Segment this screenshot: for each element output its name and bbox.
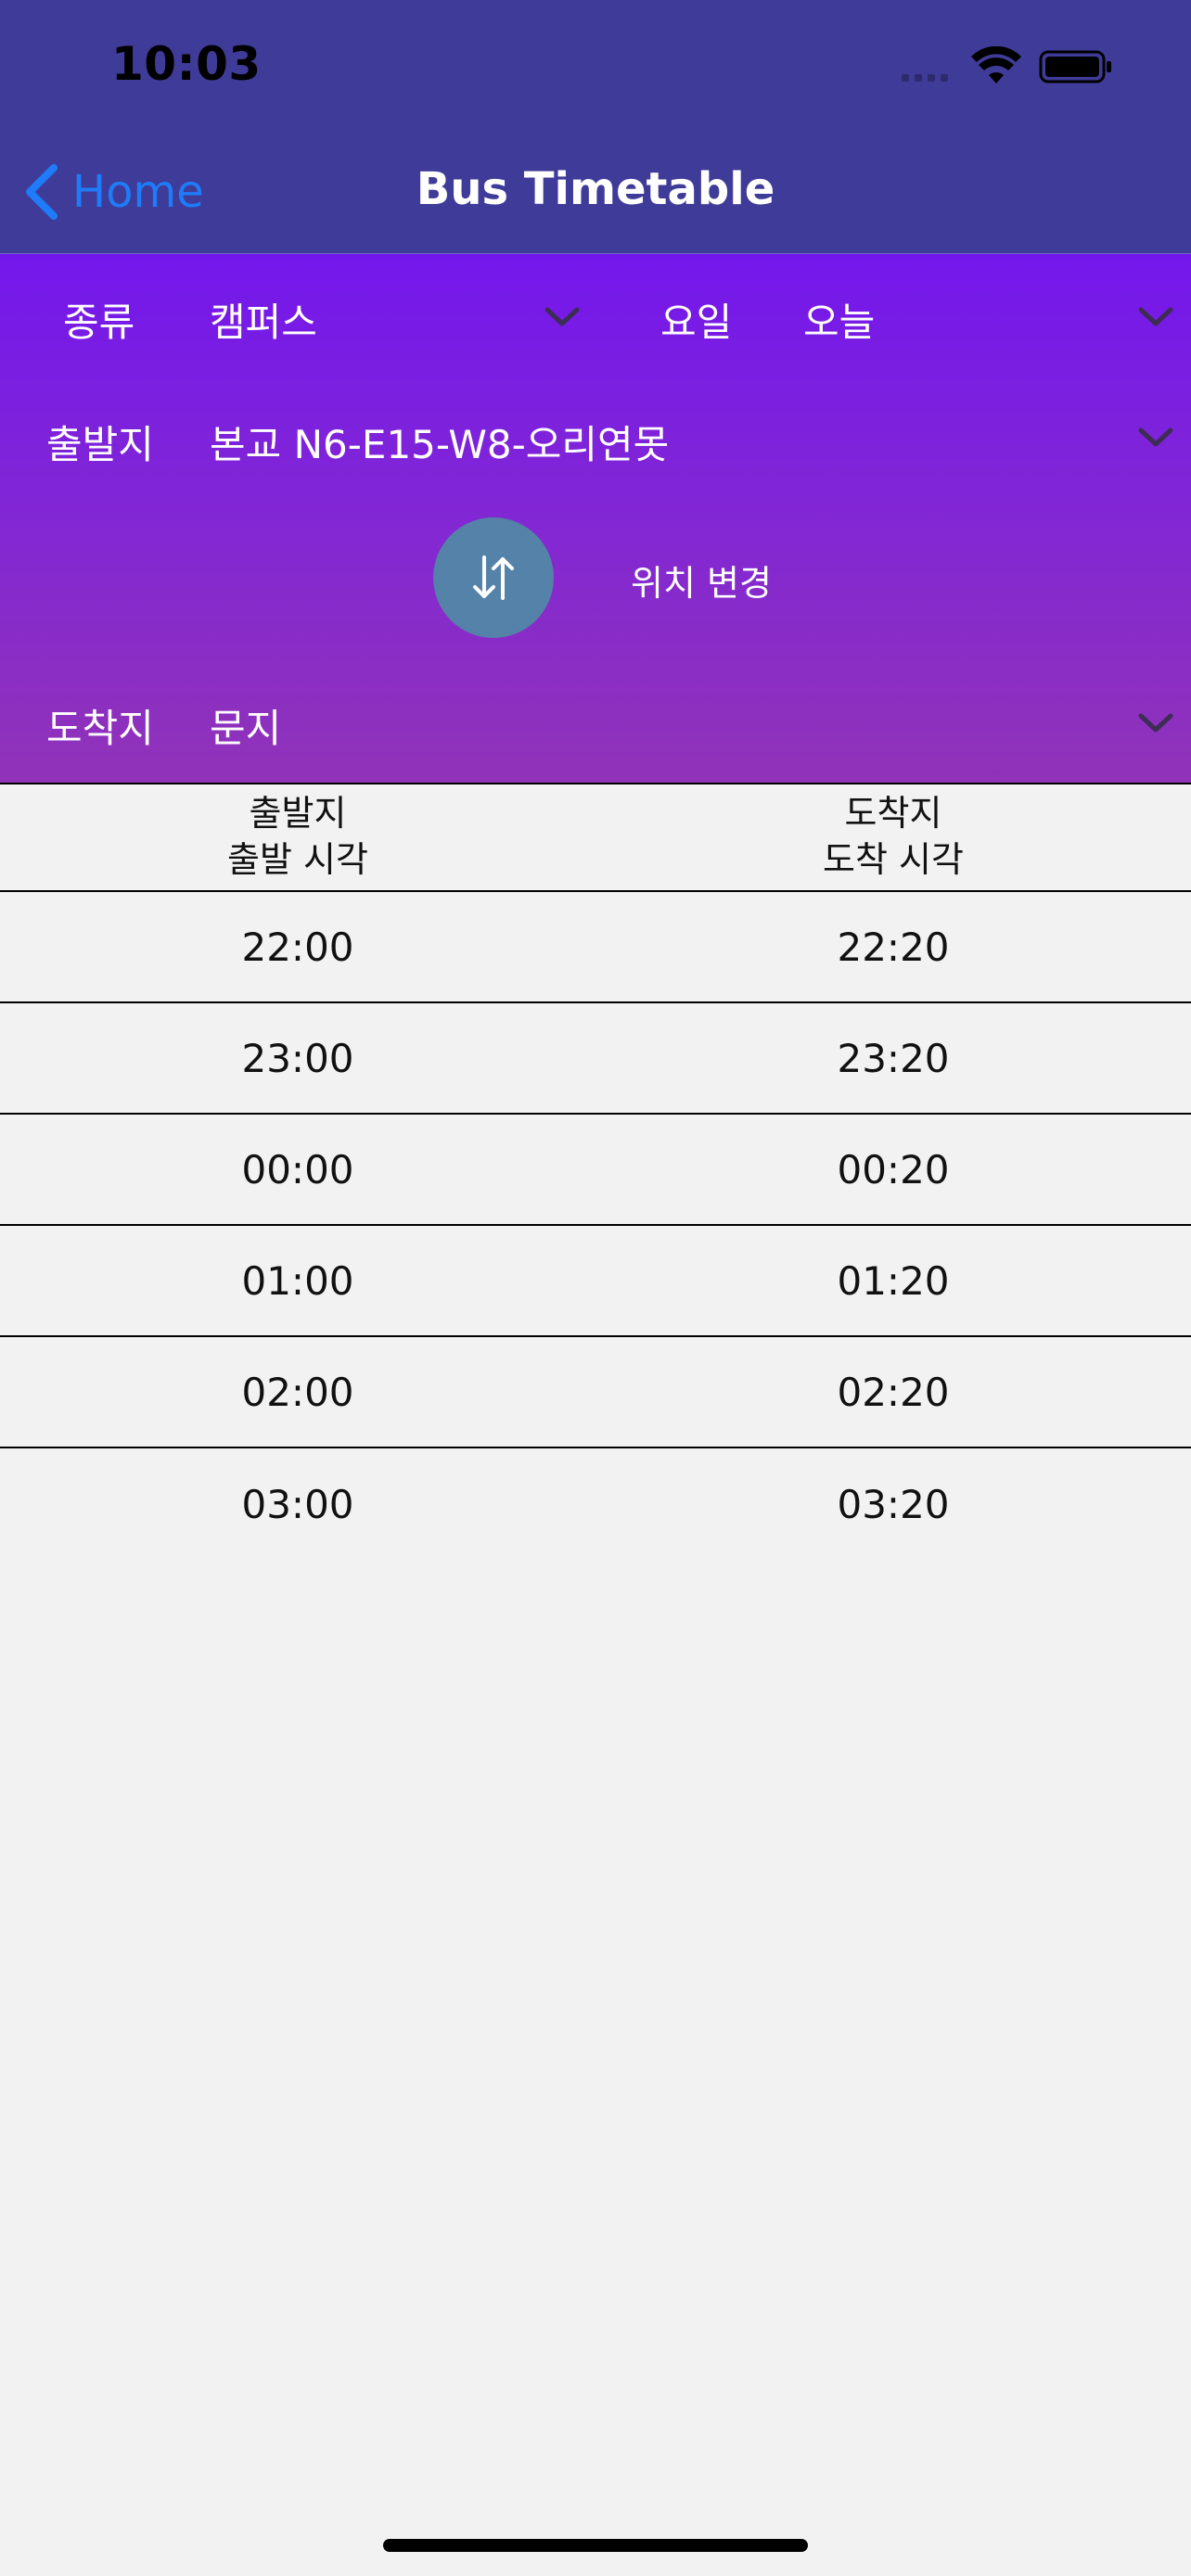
- header-departure-line2: 출발 시각: [227, 839, 368, 880]
- wifi-icon: [971, 46, 1021, 83]
- departure-select[interactable]: 본교 N6-E15-W8-오리연못: [210, 414, 1174, 469]
- table-row[interactable]: 01:00 01:20: [0, 1226, 1191, 1337]
- chevron-down-icon[interactable]: [1137, 306, 1174, 328]
- table-row[interactable]: 02:00 02:20: [0, 1337, 1191, 1448]
- table-row[interactable]: 00:00 00:20: [0, 1115, 1191, 1226]
- page-title: Bus Timetable: [416, 163, 775, 215]
- day-select[interactable]: 오늘: [803, 291, 1174, 347]
- swap-button[interactable]: [433, 517, 554, 638]
- chevron-down-icon[interactable]: [1137, 712, 1174, 734]
- table-row[interactable]: 23:00 23:20: [0, 1003, 1191, 1115]
- departure-time: 01:00: [241, 1257, 354, 1304]
- header-departure-line1: 출발지: [249, 793, 347, 834]
- arrival-time: 23:20: [837, 1035, 950, 1081]
- arrival-time: 02:20: [837, 1369, 950, 1415]
- day-label: 요일: [660, 300, 733, 345]
- day-value: 오늘: [803, 300, 876, 345]
- table-row[interactable]: 22:00 22:20: [0, 892, 1191, 1003]
- arrival-time: 03:20: [837, 1481, 950, 1527]
- departure-time: 22:00: [241, 924, 354, 970]
- type-select[interactable]: 캠퍼스: [210, 291, 599, 347]
- header-arrival-line1: 도착지: [844, 793, 942, 834]
- departure-time: 00:00: [241, 1146, 354, 1192]
- header-arrival-line2: 도착 시각: [823, 839, 964, 880]
- departure-time: 02:00: [241, 1369, 354, 1415]
- arrival-time: 01:20: [837, 1257, 950, 1304]
- arrival-value: 문지: [210, 706, 282, 751]
- timetable: 출발지 출발 시각 도착지 도착 시각 22:00 22:20 23:00 23…: [0, 783, 1191, 1560]
- chevron-down-icon[interactable]: [1137, 427, 1174, 449]
- departure-time: 03:00: [241, 1481, 354, 1527]
- type-label: 종류: [63, 300, 135, 345]
- home-indicator[interactable]: [383, 2539, 808, 2552]
- cellular-icon: [902, 74, 948, 82]
- navigation-bar: 10:03 Home Bus Timetable: [0, 0, 1191, 254]
- type-value: 캠퍼스: [210, 300, 317, 345]
- arrival-label: 도착지: [46, 706, 154, 751]
- table-header: 출발지 출발 시각 도착지 도착 시각: [0, 783, 1191, 892]
- status-time: 10:03: [111, 37, 262, 91]
- header-departure: 출발지 출발 시각: [0, 784, 596, 890]
- table-row[interactable]: 03:00 03:20: [0, 1448, 1191, 1560]
- departure-value: 본교 N6-E15-W8-오리연못: [210, 422, 670, 467]
- swap-arrows-icon: [473, 555, 514, 600]
- departure-label: 출발지: [46, 422, 154, 467]
- arrival-time: 00:20: [837, 1146, 950, 1192]
- battery-icon: [1039, 50, 1111, 83]
- chevron-down-icon[interactable]: [544, 306, 581, 328]
- arrival-time: 22:20: [837, 924, 950, 970]
- departure-time: 23:00: [241, 1035, 354, 1081]
- arrival-select[interactable]: 문지: [210, 697, 1174, 753]
- header-arrival: 도착지 도착 시각: [596, 784, 1191, 890]
- filter-panel: 종류 캠퍼스 요일 오늘 출발지 본교 N6-E15-W8-오리연못 도착지 문…: [0, 254, 1191, 783]
- swap-label: 위치 변경: [631, 563, 772, 604]
